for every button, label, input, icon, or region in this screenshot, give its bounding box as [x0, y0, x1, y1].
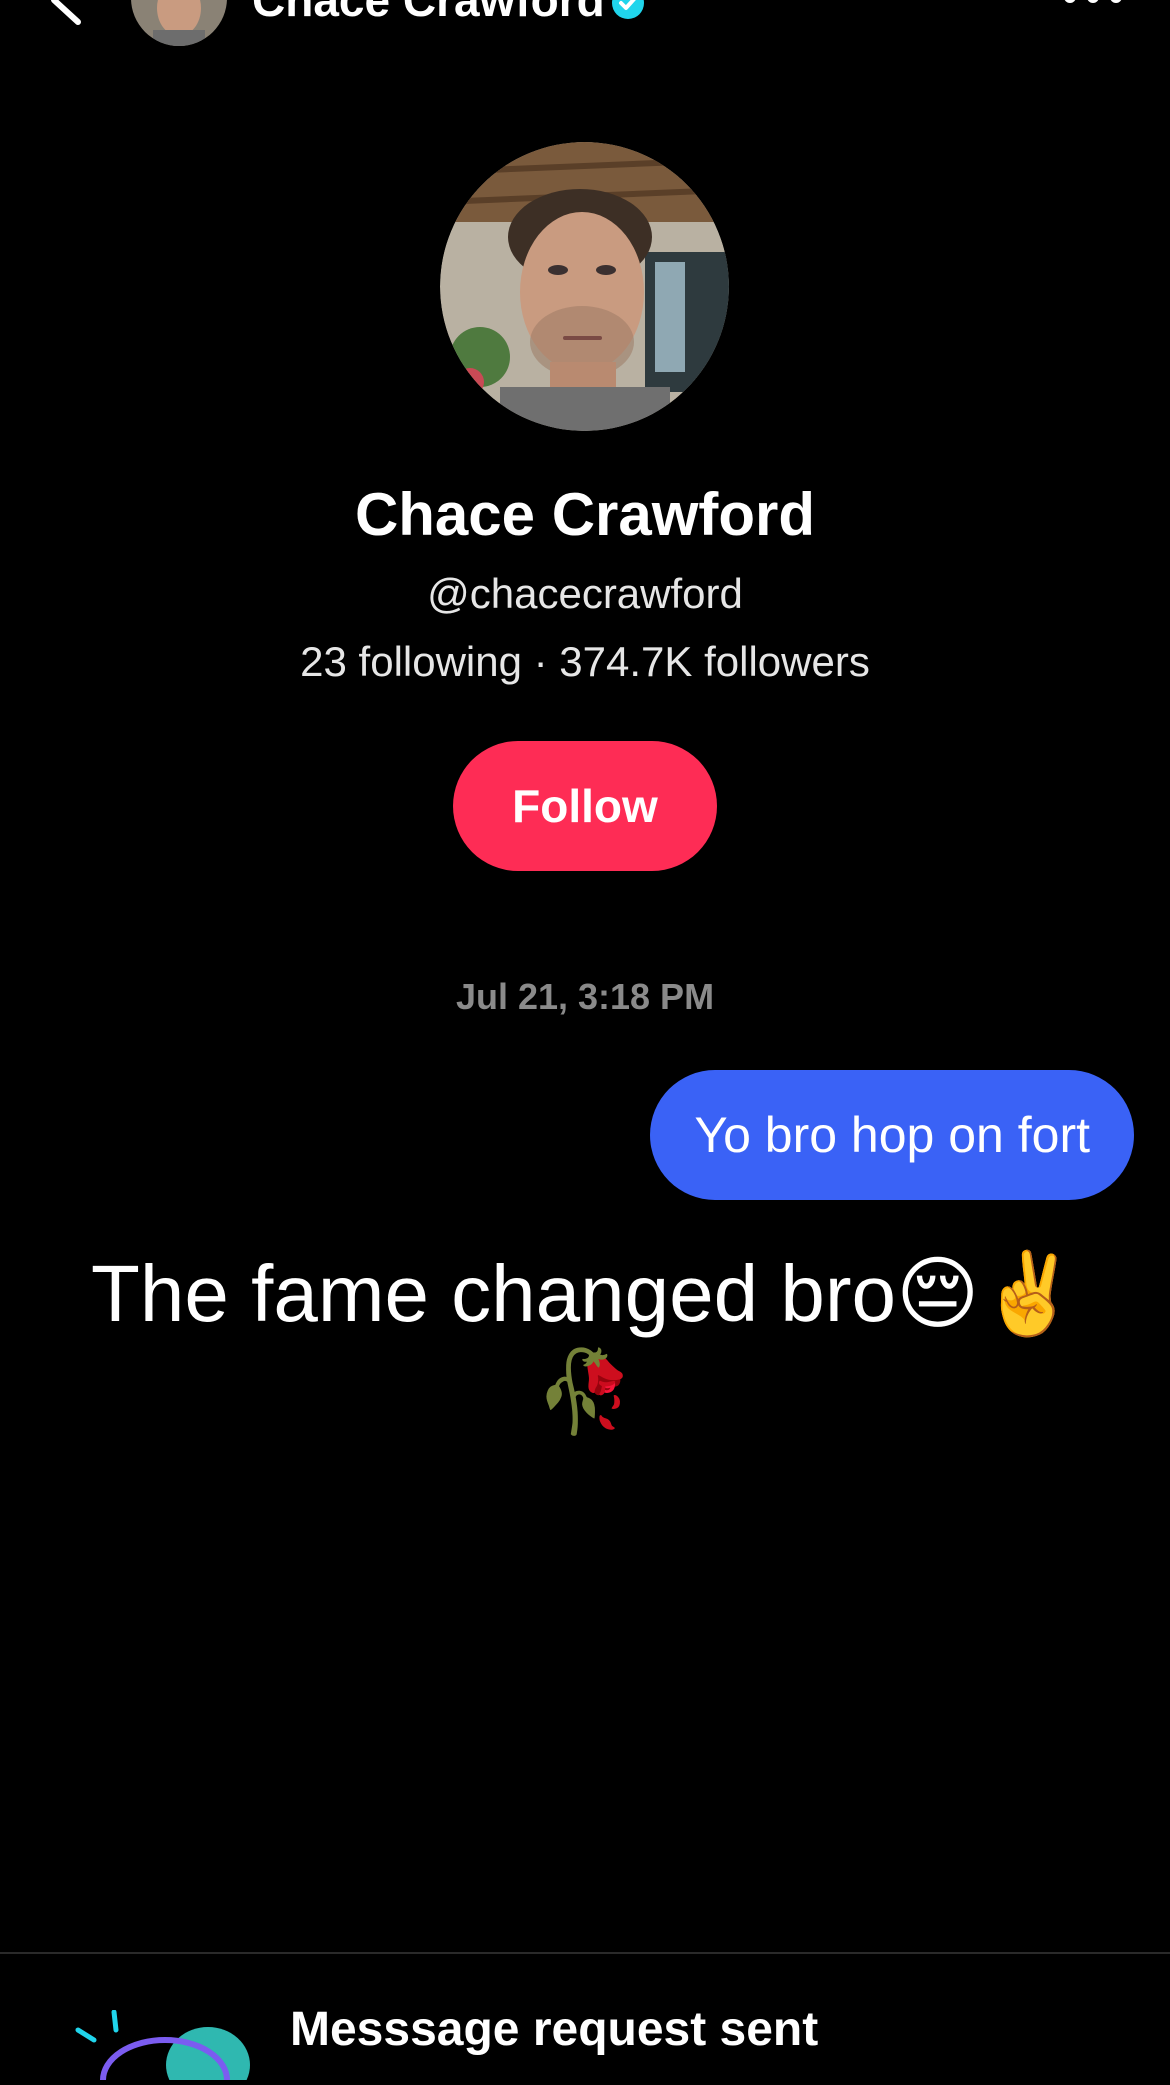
sent-message-bubble[interactable]: Yo bro hop on fort	[650, 1070, 1134, 1200]
divider	[0, 1952, 1170, 1954]
follow-button[interactable]: Follow	[453, 741, 717, 871]
chevron-left-icon	[51, 0, 81, 25]
profile-stats: 23 following · 374.7K followers	[300, 638, 870, 685]
message-timestamp: Jul 21, 3:18 PM	[455, 976, 715, 1017]
verified-badge-icon	[611, 0, 644, 19]
message-request-illustration	[70, 2009, 250, 2085]
header-name: Chace Crawford	[252, 0, 605, 26]
chat-bubbles-icon	[75, 2009, 250, 2085]
request-sent-title: Messsage request sent	[290, 2003, 819, 2056]
profile-name: Chace Crawford	[354, 481, 816, 548]
ellipsis-icon	[1064, 0, 1122, 3]
back-button[interactable]	[40, 0, 100, 30]
profile-avatar[interactable]	[440, 142, 729, 431]
header-title[interactable]: Chace Crawford	[252, 0, 645, 30]
chat-header: Chace Crawford	[0, 0, 1170, 60]
received-message[interactable]: The fame changed bro😔✌️🥀	[80, 1245, 1090, 1441]
profile-handle: @chacecrawford	[427, 570, 743, 617]
header-avatar[interactable]	[131, 0, 227, 46]
more-options-button[interactable]	[1058, 0, 1128, 12]
